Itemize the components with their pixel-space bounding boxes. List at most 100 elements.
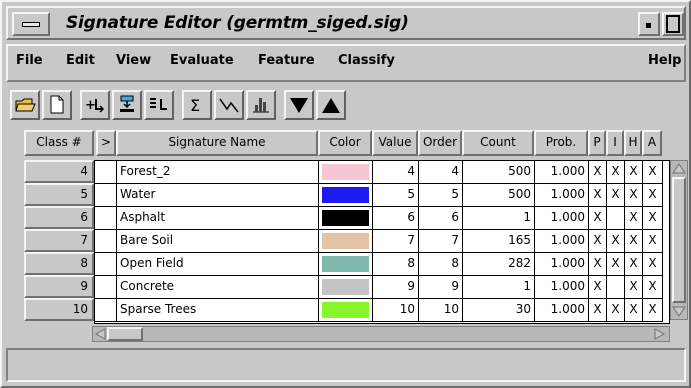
h-cell[interactable]: X (625, 184, 643, 207)
header-order[interactable]: Order (418, 130, 462, 156)
color-swatch[interactable] (322, 210, 369, 226)
order-cell[interactable]: 6 (419, 207, 463, 230)
signature-name-cell[interactable]: Asphalt (117, 207, 319, 230)
vertical-scroll-thumb[interactable] (672, 177, 686, 303)
menu-edit[interactable]: Edit (66, 53, 95, 68)
a-cell[interactable]: X (643, 207, 663, 230)
order-cell[interactable]: 4 (419, 161, 463, 184)
maximize-button[interactable] (662, 12, 684, 36)
value-cell[interactable]: 4 (373, 161, 419, 184)
color-cell[interactable] (319, 253, 373, 276)
prob-cell[interactable]: 1.000 (535, 184, 589, 207)
scroll-right-icon[interactable] (653, 327, 667, 341)
menu-classify[interactable]: Classify (338, 53, 395, 68)
scroll-up-icon[interactable] (671, 161, 687, 175)
h-cell[interactable]: X (625, 230, 643, 253)
a-cell[interactable]: X (643, 299, 663, 322)
value-cell[interactable]: 7 (373, 230, 419, 253)
h-cell[interactable]: X (625, 253, 643, 276)
move-up-button[interactable] (316, 90, 346, 120)
color-swatch[interactable] (322, 164, 369, 180)
p-cell[interactable]: X (589, 184, 607, 207)
prob-cell[interactable]: 1.000 (535, 230, 589, 253)
count-cell[interactable]: 1 (463, 276, 535, 299)
order-cell[interactable]: 8 (419, 253, 463, 276)
signature-name-cell[interactable]: Water (117, 184, 319, 207)
a-cell[interactable]: X (643, 230, 663, 253)
replace-signature-button[interactable] (112, 90, 142, 120)
mean-plot-button[interactable] (214, 90, 244, 120)
color-cell[interactable] (319, 299, 373, 322)
signature-name-cell[interactable]: Concrete (117, 276, 319, 299)
h-cell[interactable]: X (625, 161, 643, 184)
prob-cell[interactable]: 1.000 (535, 253, 589, 276)
open-button[interactable] (10, 90, 40, 120)
merge-signature-button[interactable] (144, 90, 174, 120)
title-bar[interactable]: Signature Editor (germtm_siged.sig) (6, 6, 686, 40)
a-cell[interactable]: X (643, 253, 663, 276)
window-menu-button[interactable] (12, 12, 50, 36)
row-class-6[interactable]: 6 (24, 206, 94, 229)
color-swatch[interactable] (322, 256, 369, 272)
header-value[interactable]: Value (372, 130, 418, 156)
menu-evaluate[interactable]: Evaluate (170, 53, 234, 68)
count-cell[interactable]: 165 (463, 230, 535, 253)
row-class-8[interactable]: 8 (24, 252, 94, 275)
count-cell[interactable]: 30 (463, 299, 535, 322)
header-h[interactable]: H (624, 130, 642, 156)
h-cell[interactable]: X (625, 299, 643, 322)
i-cell[interactable] (607, 276, 625, 299)
menu-help[interactable]: Help (648, 53, 681, 68)
i-cell[interactable]: X (607, 230, 625, 253)
row-marker-cell[interactable] (95, 276, 117, 299)
count-cell[interactable]: 500 (463, 161, 535, 184)
a-cell[interactable]: X (643, 184, 663, 207)
signature-name-cell[interactable]: Sparse Trees (117, 299, 319, 322)
prob-cell[interactable]: 1.000 (535, 207, 589, 230)
i-cell[interactable]: X (607, 184, 625, 207)
order-cell[interactable]: 5 (419, 184, 463, 207)
row-marker-cell[interactable] (95, 299, 117, 322)
p-cell[interactable]: X (589, 276, 607, 299)
menu-file[interactable]: File (16, 53, 43, 68)
scroll-down-icon[interactable] (671, 305, 687, 319)
signature-name-cell[interactable]: Bare Soil (117, 230, 319, 253)
horizontal-scrollbar[interactable] (92, 326, 670, 342)
color-cell[interactable] (319, 276, 373, 299)
row-class-9[interactable]: 9 (24, 275, 94, 298)
move-down-button[interactable] (284, 90, 314, 120)
a-cell[interactable]: X (643, 161, 663, 184)
new-button[interactable] (42, 90, 72, 120)
p-cell[interactable]: X (589, 207, 607, 230)
i-cell[interactable] (607, 207, 625, 230)
order-cell[interactable]: 9 (419, 276, 463, 299)
histogram-button[interactable] (246, 90, 276, 120)
i-cell[interactable]: X (607, 161, 625, 184)
header-i[interactable]: I (606, 130, 624, 156)
prob-cell[interactable]: 1.000 (535, 161, 589, 184)
value-cell[interactable]: 6 (373, 207, 419, 230)
statistics-button[interactable]: Σ (182, 90, 212, 120)
color-cell[interactable] (319, 161, 373, 184)
p-cell[interactable]: X (589, 253, 607, 276)
value-cell[interactable]: 9 (373, 276, 419, 299)
color-swatch[interactable] (322, 187, 369, 203)
menu-feature[interactable]: Feature (258, 53, 315, 68)
row-marker-cell[interactable] (95, 161, 117, 184)
minimize-button[interactable] (638, 12, 660, 36)
count-cell[interactable]: 282 (463, 253, 535, 276)
horizontal-scroll-thumb[interactable] (107, 327, 143, 341)
value-cell[interactable]: 10 (373, 299, 419, 322)
prob-cell[interactable]: 1.000 (535, 276, 589, 299)
value-cell[interactable]: 8 (373, 253, 419, 276)
h-cell[interactable]: X (625, 276, 643, 299)
row-class-7[interactable]: 7 (24, 229, 94, 252)
i-cell[interactable]: X (607, 299, 625, 322)
row-class-4[interactable]: 4 (24, 160, 94, 183)
header-color[interactable]: Color (318, 130, 372, 156)
header-prob[interactable]: Prob. (534, 130, 588, 156)
value-cell[interactable]: 5 (373, 184, 419, 207)
count-cell[interactable]: 1 (463, 207, 535, 230)
header-class[interactable]: Class # (24, 130, 94, 156)
a-cell[interactable]: X (643, 276, 663, 299)
